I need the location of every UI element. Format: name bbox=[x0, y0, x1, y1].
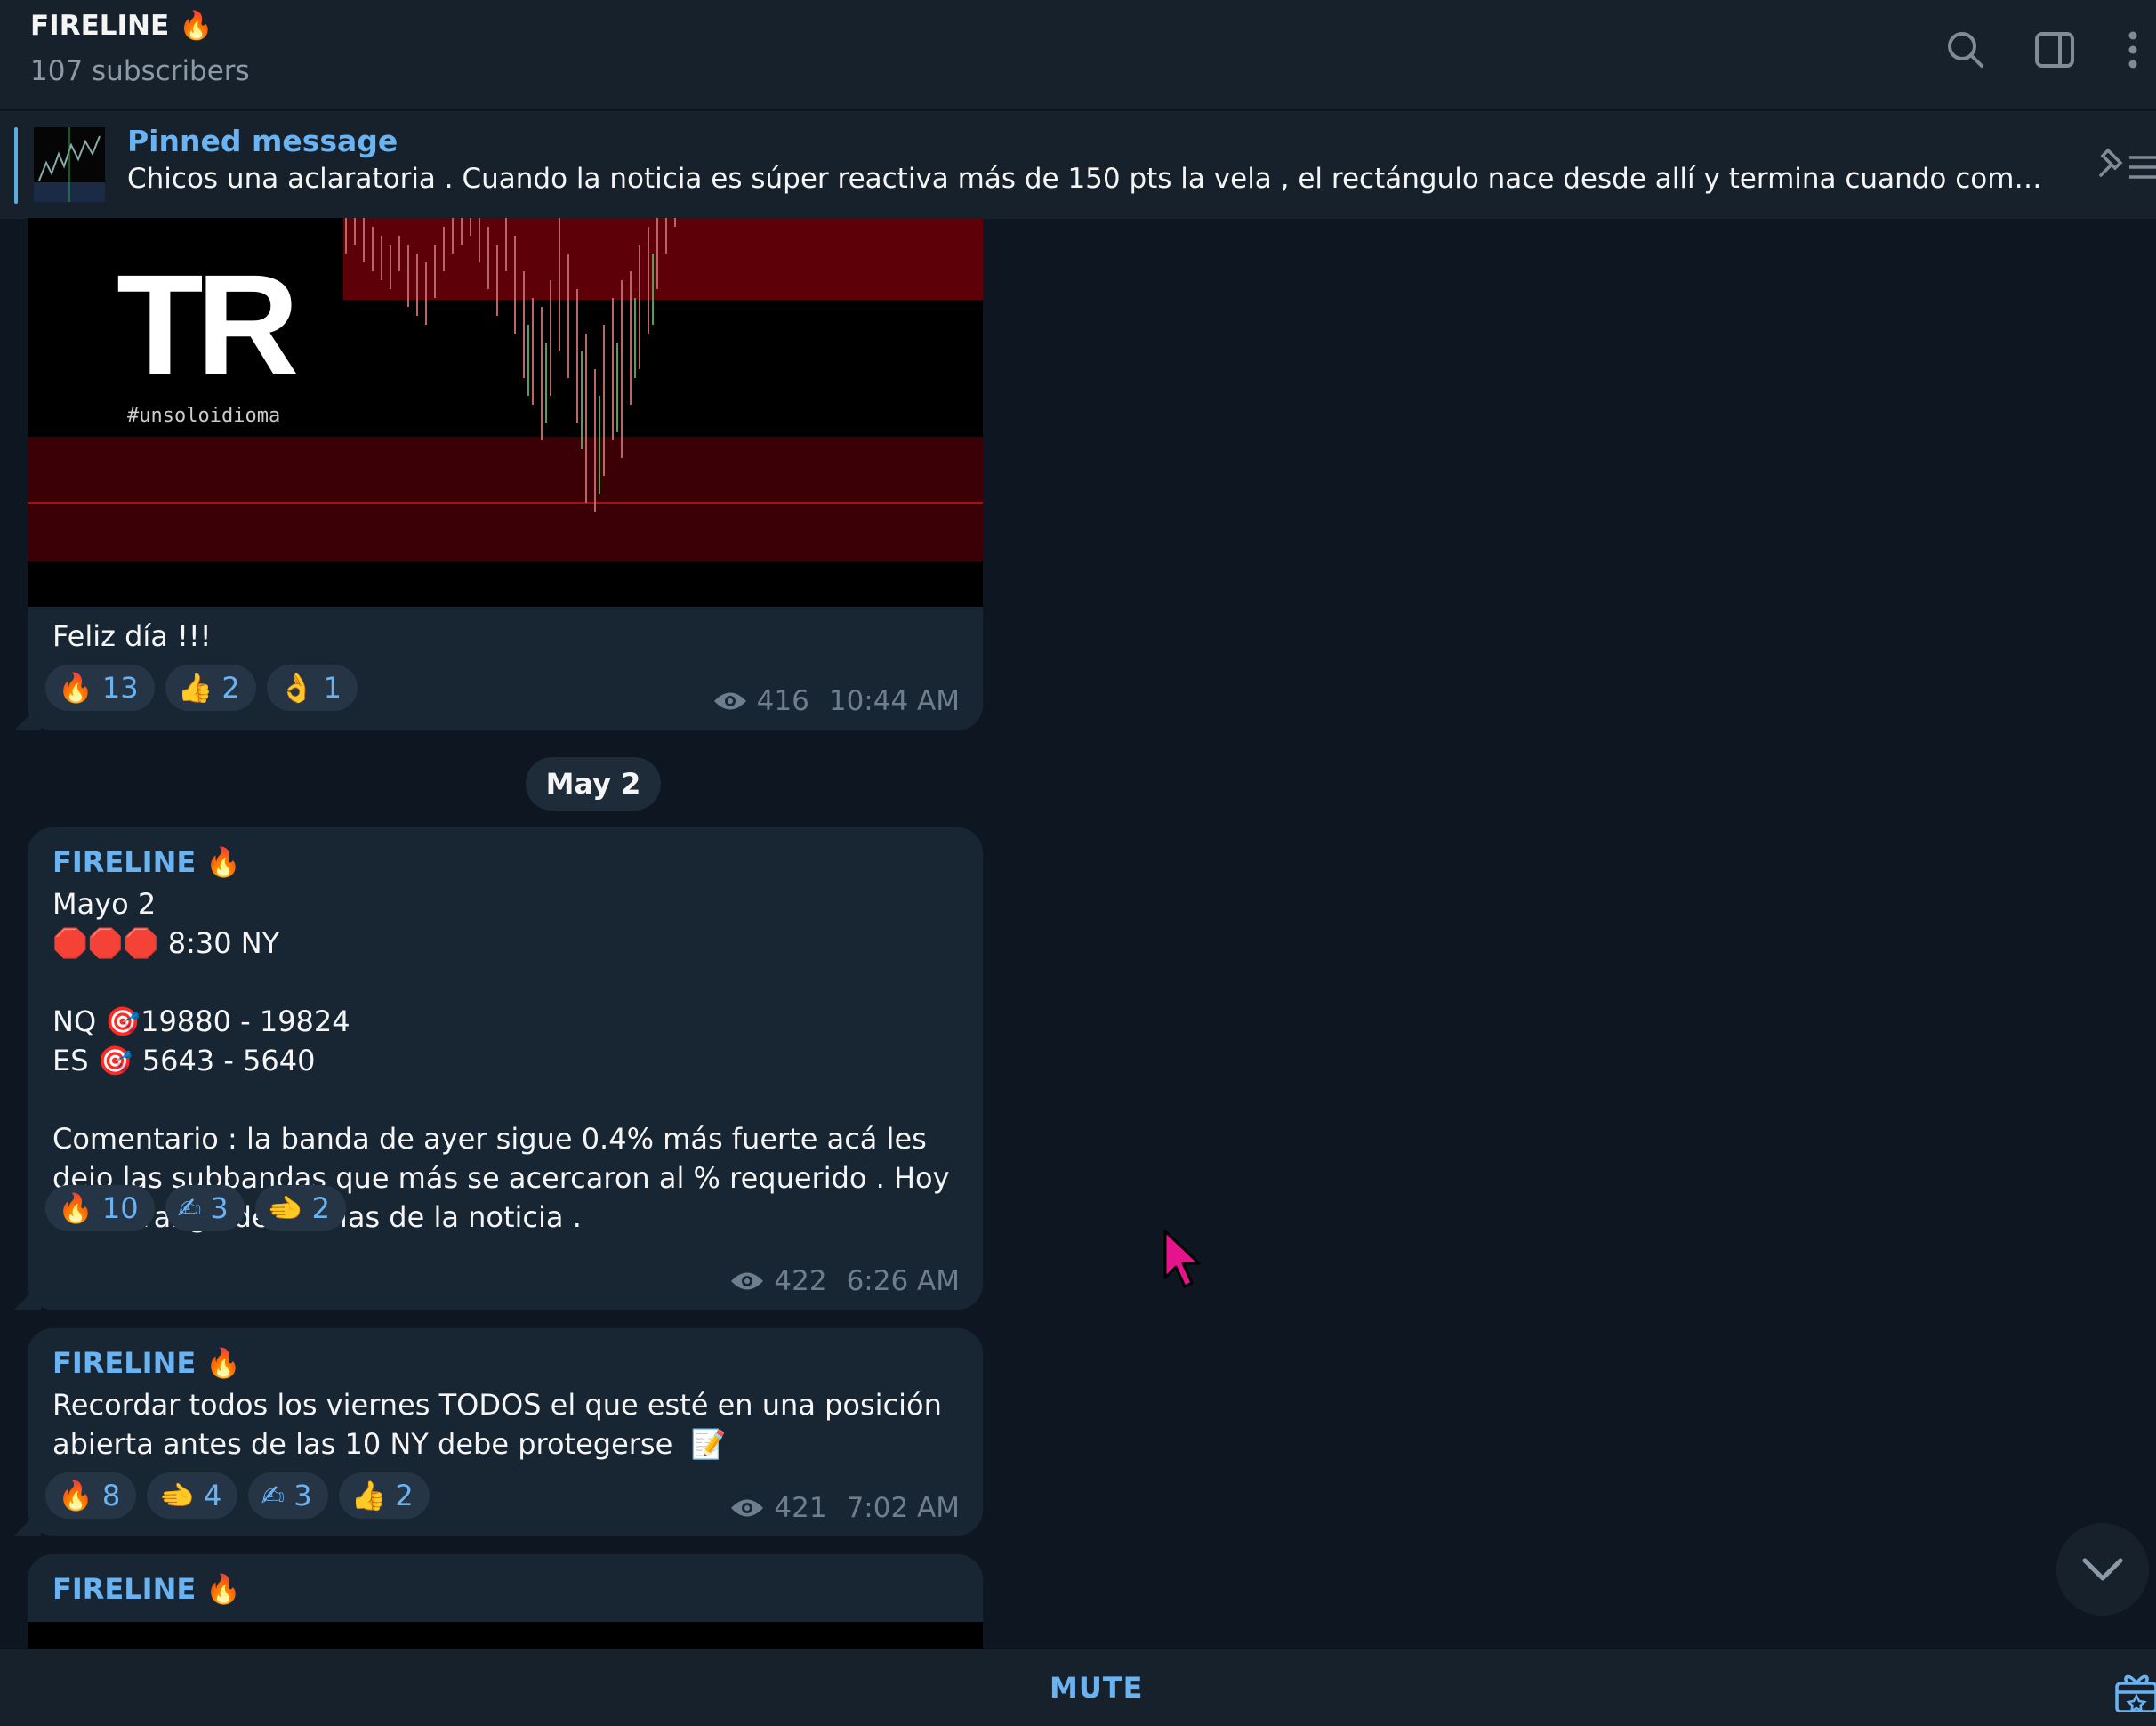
reaction-leftwards-hand[interactable]: 🫲 2 bbox=[254, 1185, 346, 1231]
scroll-to-bottom-button[interactable] bbox=[2056, 1523, 2149, 1616]
bottom-bar: MUTE bbox=[0, 1649, 2156, 1726]
date-separator: May 2 bbox=[526, 757, 661, 811]
message-meta: 416 10:44 AM bbox=[712, 685, 960, 717]
message-meta: 422 6:26 AM bbox=[729, 1265, 960, 1297]
reaction-thumbs-up[interactable]: 👍 2 bbox=[165, 665, 256, 711]
view-count: 422 bbox=[774, 1265, 827, 1297]
sidebar-toggle-icon[interactable] bbox=[2030, 25, 2080, 75]
reaction-thumbs-up[interactable]: 👍 2 bbox=[338, 1472, 430, 1519]
chart-image[interactable]: TR #unsoloidioma bbox=[28, 218, 983, 607]
message-text: Mayo 2 🛑🛑🛑 8:30 NY NQ 🎯19880 - 19824 ES … bbox=[52, 887, 950, 1234]
pinned-title: Pinned message bbox=[127, 124, 398, 158]
message-sender[interactable]: FIRELINE 🔥 bbox=[52, 1572, 241, 1606]
message-bubble[interactable]: FIRELINE 🔥 Mayo 2 🛑🛑🛑 8:30 NY NQ 🎯19880 … bbox=[28, 827, 983, 1310]
message-meta: 421 7:02 AM bbox=[729, 1492, 960, 1524]
image-logo-text: TR bbox=[117, 245, 299, 404]
reaction-ok-hand[interactable]: 👌 1 bbox=[266, 665, 358, 711]
views-icon bbox=[731, 1272, 764, 1290]
message-bubble[interactable]: TR #unsoloidioma Feliz día !!! 🔥 13 👍 2 👌 1… bbox=[28, 218, 983, 730]
pinned-list-icon[interactable] bbox=[2094, 143, 2156, 188]
message-text: Recordar todos los viernes TODOS el que … bbox=[52, 1388, 952, 1461]
message-text: Feliz día !!! bbox=[52, 619, 212, 653]
search-icon[interactable] bbox=[1941, 25, 1991, 75]
gift-icon[interactable] bbox=[2112, 1667, 2156, 1712]
pinned-text: Chicos una aclaratoria . Cuando la notic… bbox=[127, 163, 2048, 195]
view-count: 416 bbox=[756, 685, 809, 717]
views-icon bbox=[713, 692, 746, 710]
reaction-leftwards-hand[interactable]: 🫲 4 bbox=[147, 1472, 238, 1519]
chat-header: FIRELINE 🔥 107 subscribers bbox=[0, 0, 2156, 109]
view-count: 421 bbox=[774, 1492, 827, 1524]
reactions-row: 🔥 8 🫲 4 ✍ 3 👍 2 bbox=[45, 1472, 430, 1519]
pinned-thumbnail bbox=[34, 127, 105, 202]
reaction-fire[interactable]: 🔥 8 bbox=[45, 1472, 137, 1519]
message-bubble[interactable]: FIRELINE 🔥 Recordar todos los viernes TO… bbox=[28, 1328, 983, 1536]
reaction-writing-hand[interactable]: ✍ 3 bbox=[165, 1185, 245, 1231]
message-bubble[interactable]: FIRELINE 🔥 bbox=[28, 1554, 983, 1649]
message-time: 10:44 AM bbox=[828, 685, 960, 717]
pinned-message-bar[interactable]: Pinned message Chicos una aclaratoria . … bbox=[0, 109, 2156, 219]
channel-title[interactable]: FIRELINE 🔥 bbox=[30, 9, 213, 42]
reactions-row: 🔥 10 ✍ 3 🫲 2 bbox=[45, 1185, 346, 1231]
mute-button[interactable]: MUTE bbox=[1050, 1671, 1144, 1705]
reactions-row: 🔥 13 👍 2 👌 1 bbox=[45, 665, 358, 711]
image-hashtag: #unsoloidioma bbox=[127, 405, 281, 427]
chevron-down-icon bbox=[2082, 1558, 2123, 1581]
views-icon bbox=[731, 1499, 764, 1517]
message-time: 7:02 AM bbox=[846, 1492, 960, 1524]
mouse-cursor-icon bbox=[1163, 1230, 1201, 1288]
message-image-partial[interactable] bbox=[28, 1622, 983, 1649]
pinned-indicator bbox=[14, 127, 18, 204]
message-sender[interactable]: FIRELINE 🔥 bbox=[52, 845, 241, 879]
reaction-fire[interactable]: 🔥 10 bbox=[45, 1185, 155, 1231]
message-time: 6:26 AM bbox=[846, 1265, 960, 1297]
message-sender[interactable]: FIRELINE 🔥 bbox=[52, 1346, 241, 1380]
more-vertical-icon[interactable] bbox=[2110, 25, 2156, 75]
reaction-writing-hand[interactable]: ✍ 3 bbox=[248, 1472, 328, 1519]
reaction-fire[interactable]: 🔥 13 bbox=[45, 665, 155, 711]
subscriber-count: 107 subscribers bbox=[30, 55, 250, 87]
